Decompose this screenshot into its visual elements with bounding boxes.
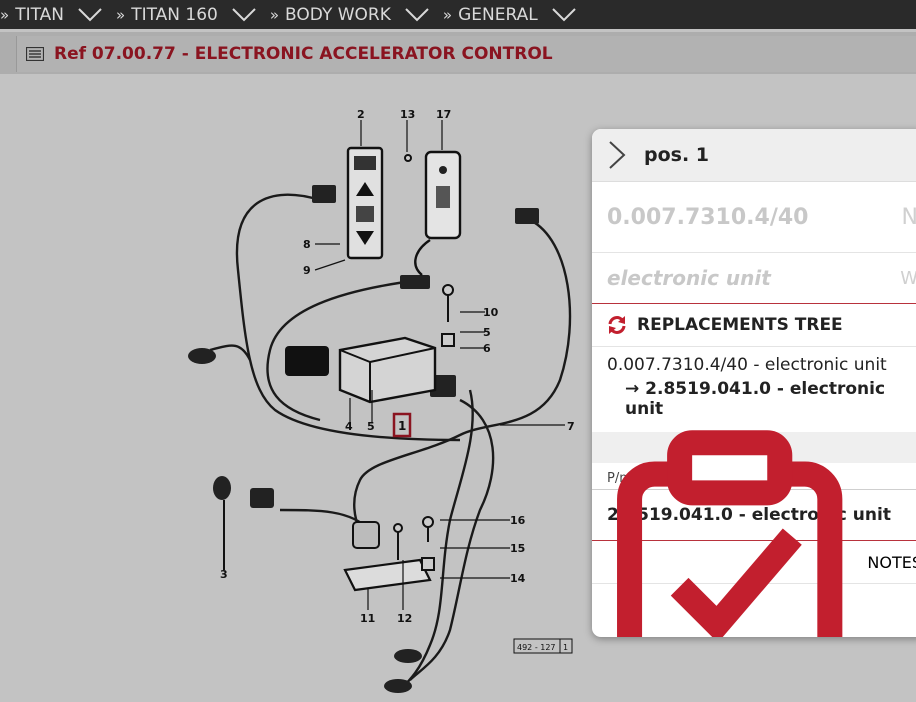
diagram-label: 11 [360, 612, 375, 625]
clipboard-icon [617, 430, 843, 637]
breadcrumb-separator: » [116, 5, 126, 24]
part-code-extra: N [901, 204, 916, 230]
diagram-label: 9 [303, 264, 311, 277]
diagram-label: 15 [510, 542, 525, 555]
breadcrumb-label: TITAN 160 [131, 4, 218, 25]
breadcrumb-separator: » [269, 5, 280, 24]
diagram-label: 4 [345, 420, 353, 433]
panel-title: pos. 1 [644, 144, 710, 166]
chevron-right-icon[interactable] [608, 140, 626, 170]
arrow-right-icon: → [625, 379, 646, 399]
part-description-extra: W [900, 267, 916, 289]
diagram-label: 10 [483, 306, 499, 319]
replacements-tree-header[interactable]: REPLACEMENTS TREE [592, 304, 916, 347]
breadcrumb-label: BODY WORK [285, 4, 391, 25]
breadcrumb-label: GENERAL [458, 4, 538, 25]
diagram-plate-index: 1 [563, 643, 568, 652]
diagram-label: 7 [567, 420, 575, 433]
part-detail-panel: pos. 1 0.007.7310.4/40 N electronic unit… [592, 129, 916, 637]
position-1-hotspot[interactable]: 1 [392, 412, 412, 438]
page-title-box: Ref 07.00.77 - ELECTRONIC ACCELERATOR CO… [16, 36, 916, 72]
diagram-label: 6 [483, 342, 491, 355]
replacement-row-original[interactable]: 0.007.7310.4/40 - electronic unit [607, 355, 916, 375]
breadcrumb-separator: » [0, 5, 10, 24]
breadcrumb-item-titan-160[interactable]: » TITAN 160 [116, 5, 256, 25]
panel-header: pos. 1 [592, 129, 916, 182]
breadcrumb-item-body-work[interactable]: » BODY WORK [270, 5, 429, 25]
diagram-label: 14 [510, 572, 526, 585]
breadcrumb-item-titan[interactable]: » TITAN [0, 5, 102, 25]
part-code: 0.007.7310.4/40 [607, 204, 809, 230]
replacements-tree-title: REPLACEMENTS TREE [637, 315, 843, 335]
diagram-label: 17 [436, 108, 451, 121]
exploded-parts-diagram: 2 13 17 8 9 10 5 6 4 5 7 16 15 14 3 11 1… [188, 108, 575, 693]
part-description-row: electronic unit W [592, 253, 916, 304]
notes-header[interactable]: NOTES [592, 430, 916, 637]
page-title: Ref 07.00.77 - ELECTRONIC ACCELERATOR CO… [54, 44, 553, 64]
breadcrumb-label: TITAN [15, 4, 64, 25]
diagram-label: 5 [483, 326, 491, 339]
chevron-down-icon[interactable] [78, 7, 102, 22]
replacement-row-new[interactable]: → 2.8519.041.0 - electronic unit [607, 379, 916, 419]
part-description: electronic unit [607, 266, 771, 290]
refresh-icon [608, 316, 626, 334]
diagram-label: 13 [400, 108, 415, 121]
chevron-down-icon[interactable] [232, 7, 256, 22]
list-icon [26, 47, 44, 61]
diagram-label: 16 [510, 514, 526, 527]
notes-title: NOTES [867, 552, 916, 572]
chevron-down-icon[interactable] [551, 7, 576, 22]
diagram-label: 1 [398, 419, 406, 433]
diagram-label: 8 [303, 238, 311, 251]
replacements-tree: 0.007.7310.4/40 - electronic unit → 2.85… [592, 347, 916, 432]
part-code-row: 0.007.7310.4/40 N [592, 182, 916, 253]
diagram-label: 5 [367, 420, 375, 433]
diagram-label: 12 [397, 612, 412, 625]
chevron-down-icon[interactable] [405, 7, 429, 22]
breadcrumb: » TITAN » TITAN 160 » BODY WORK » GENERA… [0, 0, 916, 29]
breadcrumb-item-general[interactable]: » GENERAL [443, 5, 576, 25]
breadcrumb-separator: » [442, 5, 453, 24]
diagram-plate-ref: 492 - 127 [517, 643, 556, 652]
replacement-row-new-label: 2.8519.041.0 - electronic unit [625, 379, 886, 419]
diagram-label: 3 [220, 568, 228, 581]
diagram-label: 2 [357, 108, 365, 121]
